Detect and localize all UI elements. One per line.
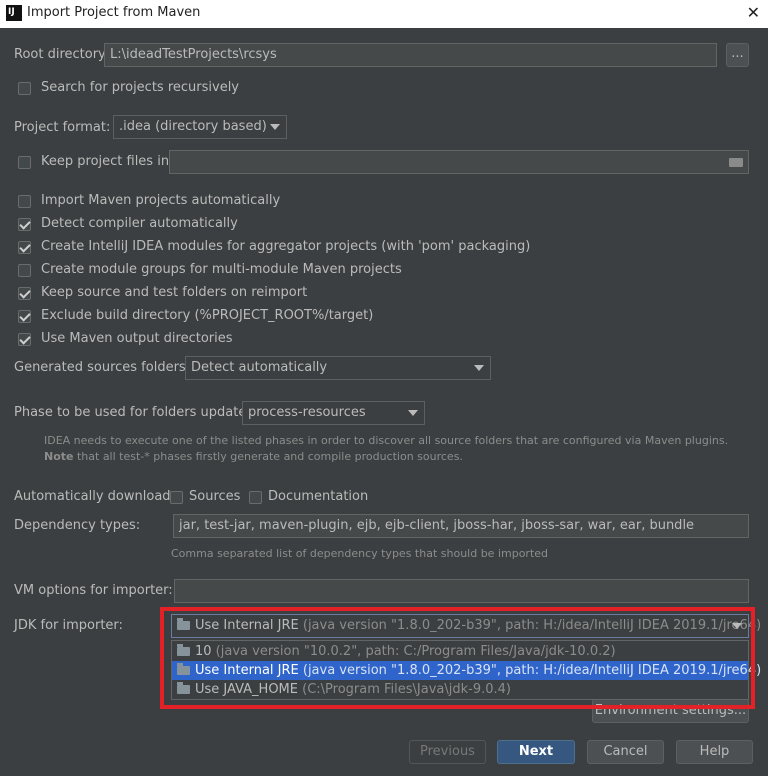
title-bar: Import Project from Maven ✕ [0, 0, 768, 28]
checkbox-box [18, 241, 31, 254]
chevron-down-icon [408, 410, 418, 416]
option-label: Create module groups for multi-module Ma… [41, 262, 402, 277]
project-format-value: .idea (directory based) [119, 119, 267, 134]
jdk-option[interactable]: 10 (java version "10.0.2", path: C:/Prog… [172, 642, 748, 661]
generated-sources-label: Generated sources folders: [14, 360, 191, 375]
root-directory-field[interactable]: L:\ideadTestProjects\rcsys [104, 43, 717, 67]
option-label: Detect compiler automatically [41, 216, 238, 231]
auto-download-label: Automatically download: [14, 489, 175, 504]
jdk-selected-detail: (java version "1.8.0_202-b39", path: H:/… [298, 618, 762, 633]
intellij-app-icon [6, 5, 22, 21]
project-format-label: Project format: [14, 120, 111, 135]
checkbox-box [18, 195, 31, 208]
option-label: Import Maven projects automatically [41, 193, 281, 208]
keep-files-label: Keep project files in: [41, 154, 174, 169]
folder-icon[interactable] [729, 158, 743, 167]
help-button[interactable]: Help [676, 740, 753, 764]
chevron-down-icon [270, 124, 280, 130]
environment-settings-button[interactable]: Environment settings... [592, 699, 749, 723]
checkbox-box [18, 310, 31, 323]
dependency-types-label: Dependency types: [14, 518, 141, 533]
sources-label: Sources [189, 489, 241, 504]
phase-hint-line1: IDEA needs to execute one of the listed … [44, 434, 729, 447]
jdk-option-detail: (C:\Program Files\Java\jdk-9.0.4) [297, 682, 511, 697]
phase-hint-note: Note [44, 450, 74, 463]
checkbox-box [18, 218, 31, 231]
jdk-option-detail: (java version "1.8.0_202-b39", path: H:/… [298, 663, 762, 678]
vm-options-label: VM options for importer: [14, 583, 173, 598]
window-title: Import Project from Maven [27, 5, 201, 20]
checkbox-box [170, 491, 183, 504]
phase-combo[interactable]: process-resources [242, 401, 425, 425]
chevron-down-icon [474, 365, 484, 371]
generated-sources-combo[interactable]: Detect automatically [185, 356, 491, 380]
folder-icon [177, 682, 190, 694]
documentation-label: Documentation [268, 489, 369, 504]
jdk-option-name: Use JAVA_HOME [195, 682, 298, 697]
checkbox-box [18, 287, 31, 300]
option-label: Use Maven output directories [41, 331, 233, 346]
generated-sources-value: Detect automatically [191, 360, 328, 375]
option-label: Create IntelliJ IDEA modules for aggrega… [41, 239, 531, 254]
next-button[interactable]: Next [497, 740, 575, 764]
cancel-button[interactable]: Cancel [587, 740, 664, 764]
jdk-dropdown-list: 10 (java version "10.0.2", path: C:/Prog… [171, 640, 761, 700]
checkbox-box [18, 264, 31, 277]
keep-files-field[interactable] [169, 150, 749, 174]
checkbox-box [18, 333, 31, 346]
dependency-types-field[interactable]: jar, test-jar, maven-plugin, ejb, ejb-cl… [173, 514, 749, 538]
jdk-option-name: 10 [195, 644, 212, 659]
chevron-down-icon [732, 623, 742, 629]
phase-value: process-resources [248, 405, 366, 420]
jdk-label: JDK for importer: [14, 618, 123, 633]
checkbox-box [249, 491, 262, 504]
jdk-option-selected[interactable]: Use Internal JRE (java version "1.8.0_20… [172, 661, 761, 680]
checkbox-box [18, 82, 31, 95]
checkbox-box [18, 156, 31, 169]
previous-button[interactable]: Previous [409, 740, 486, 764]
dependency-types-hint: Comma separated list of dependency types… [171, 547, 549, 560]
browse-button[interactable]: ... [726, 43, 749, 67]
project-format-combo[interactable]: .idea (directory based) [113, 115, 287, 139]
folder-icon [177, 618, 190, 630]
vm-options-field[interactable] [174, 579, 749, 603]
jdk-option-detail: (java version "10.0.2", path: C:/Program… [211, 644, 616, 659]
search-recursive-label: Search for projects recursively [41, 80, 239, 95]
close-icon[interactable]: ✕ [747, 3, 760, 22]
option-label: Keep source and test folders on reimport [41, 285, 308, 300]
phase-hint-line2: Note that all test-* phases firstly gene… [44, 450, 463, 463]
root-directory-label: Root directory [14, 47, 106, 62]
phase-label: Phase to be used for folders update: [14, 405, 251, 420]
folder-icon [177, 644, 190, 656]
folder-icon [177, 663, 190, 675]
phase-hint-text: that all test-* phases firstly generate … [73, 450, 463, 463]
jdk-option-name: Use Internal JRE [195, 663, 299, 678]
jdk-combo[interactable]: Use Internal JRE (java version "1.8.0_20… [171, 614, 761, 638]
jdk-option[interactable]: Use JAVA_HOME (C:\Program Files\Java\jdk… [172, 680, 748, 699]
jdk-selected-name: Use Internal JRE [195, 618, 299, 633]
option-label: Exclude build directory (%PROJECT_ROOT%/… [41, 308, 374, 323]
